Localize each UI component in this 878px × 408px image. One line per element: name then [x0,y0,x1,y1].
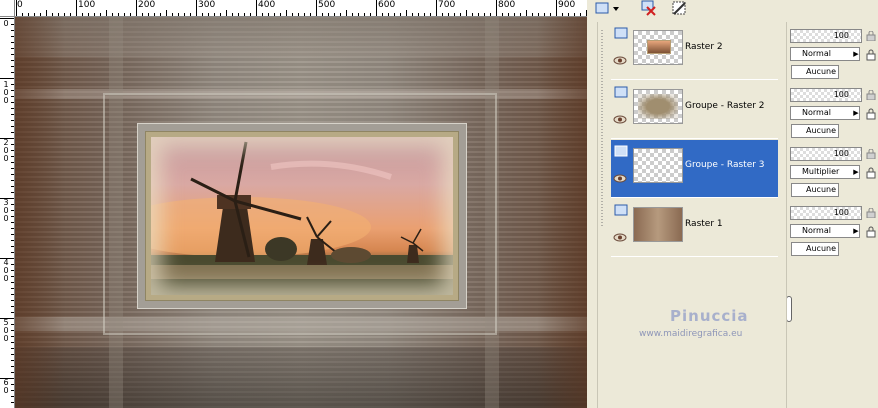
lock-icon[interactable] [866,226,876,238]
layer-icon [614,27,628,39]
ruler-label: 1 0 0 [3,80,9,105]
texture-band [15,347,587,408]
layer-props-groupe-raster-3: 100 Multiplier ▶ Aucune [790,145,878,203]
blend-mode-select[interactable]: Normal [790,224,860,238]
ruler-label: 100 [78,0,96,10]
watermark-name: Pinuccia [670,307,749,325]
new-layer-icon [595,2,619,14]
mask-select[interactable]: Aucune [791,183,839,197]
blend-mode-select[interactable]: Multiplier [790,165,860,179]
gold-border [145,131,459,301]
watermark-url: www.maidiregrafica.eu [639,329,743,339]
layer-props-raster-1: 100 Normal ▶ Aucune [790,204,878,262]
group-connector [601,30,603,228]
layer-row-raster-1[interactable]: Raster 1 [611,199,778,257]
ruler-corner [0,0,15,17]
ruler-label: 400 [258,0,276,10]
dropdown-arrow-icon[interactable]: ▶ [852,108,860,118]
opacity-slider[interactable]: 100 [790,206,862,220]
ruler-label: 3 0 0 [3,198,9,223]
layer-name: Groupe - Raster 2 [685,101,765,111]
ruler-label: 200 [138,0,156,10]
ruler-label: 4 0 0 [3,258,9,283]
delete-layer-icon [641,0,656,16]
dropdown-arrow-icon[interactable]: ▶ [852,49,860,59]
blend-mode-select[interactable]: Normal [790,47,860,61]
layer-thumbnail [633,89,683,124]
ruler-label: 300 [198,0,216,10]
layer-thumbnail [633,207,683,242]
delete-layer-button[interactable] [639,0,659,16]
texture-band [15,17,65,408]
mask-select[interactable]: Aucune [791,65,839,79]
layer-name: Raster 2 [685,42,723,52]
opacity-slider[interactable]: 100 [790,29,862,43]
ruler-label: 0 [17,0,23,10]
layers-toolbar [587,0,878,18]
ruler-label: 2 0 0 [3,138,9,163]
layer-thumbnail [633,30,683,65]
lock-icon[interactable] [866,149,876,159]
texture-band [15,17,587,57]
layer-name: Groupe - Raster 3 [685,160,765,170]
horizontal-ruler: 0 100 200 300 400 500 600 700 800 900 [0,0,587,17]
ruler-label: 0 [3,19,9,28]
lock-icon[interactable] [866,49,876,61]
blend-mode-select[interactable]: Normal [790,106,860,120]
layer-row-groupe-raster-3[interactable]: Groupe - Raster 3 [611,140,778,198]
paint-shop-window: 0 100 200 300 400 500 600 700 800 900 0 … [0,0,878,408]
texture-band [537,17,587,408]
layer-props-raster-2: 100 Normal ▶ Aucune [790,27,878,85]
ruler-label: 500 [318,0,336,10]
dropdown-arrow-icon[interactable]: ▶ [852,226,860,236]
visibility-eye-icon[interactable] [613,174,628,183]
lock-icon[interactable] [866,167,876,179]
ruler-label: 6 0 [3,378,9,395]
ruler-label: 5 0 0 [3,318,9,343]
ruler-label: 900 [558,0,576,10]
lock-icon[interactable] [866,90,876,100]
windmill-photo [151,137,453,295]
lock-icon[interactable] [866,31,876,41]
layer-properties-column: 100 Normal ▶ Aucune 100 Normal ▶ Aucune [786,22,878,408]
lock-icon[interactable] [866,208,876,218]
ruler-label: 700 [438,0,456,10]
vertical-ruler: 0 1 0 0 2 0 0 3 0 0 4 0 0 5 0 0 6 0 [0,17,15,408]
visibility-eye-icon[interactable] [613,115,628,124]
layer-list: Raster 2 Groupe - Raster 2 Groupe - Rast… [597,22,792,408]
dropdown-arrow-icon[interactable]: ▶ [852,167,860,177]
visibility-eye-icon[interactable] [613,233,628,242]
ruler-label: 600 [378,0,396,10]
layer-group-icon [614,145,628,157]
layer-thumbnail [633,148,683,183]
layers-palette: Raster 2 Groupe - Raster 2 Groupe - Rast… [587,0,878,408]
layer-group-icon [614,86,628,98]
opacity-slider[interactable]: 100 [790,88,862,102]
visibility-eye-icon[interactable] [613,56,628,65]
mask-select[interactable]: Aucune [791,242,839,256]
layer-name: Raster 1 [685,219,723,229]
photo-frame [137,123,467,309]
lock-icon[interactable] [866,108,876,120]
new-layer-button[interactable] [593,0,621,16]
properties-icon [672,1,686,15]
layer-icon [614,204,628,216]
mask-select[interactable]: Aucune [791,124,839,138]
layer-row-groupe-raster-2[interactable]: Groupe - Raster 2 [611,81,778,139]
layer-row-raster-2[interactable]: Raster 2 [611,22,778,80]
photo-vignette [151,137,453,295]
ruler-label: 800 [498,0,516,10]
layer-props-groupe-raster-2: 100 Normal ▶ Aucune [790,86,878,144]
opacity-slider[interactable]: 100 [790,147,862,161]
image-canvas[interactable] [15,17,587,408]
layer-properties-button[interactable] [669,0,689,16]
